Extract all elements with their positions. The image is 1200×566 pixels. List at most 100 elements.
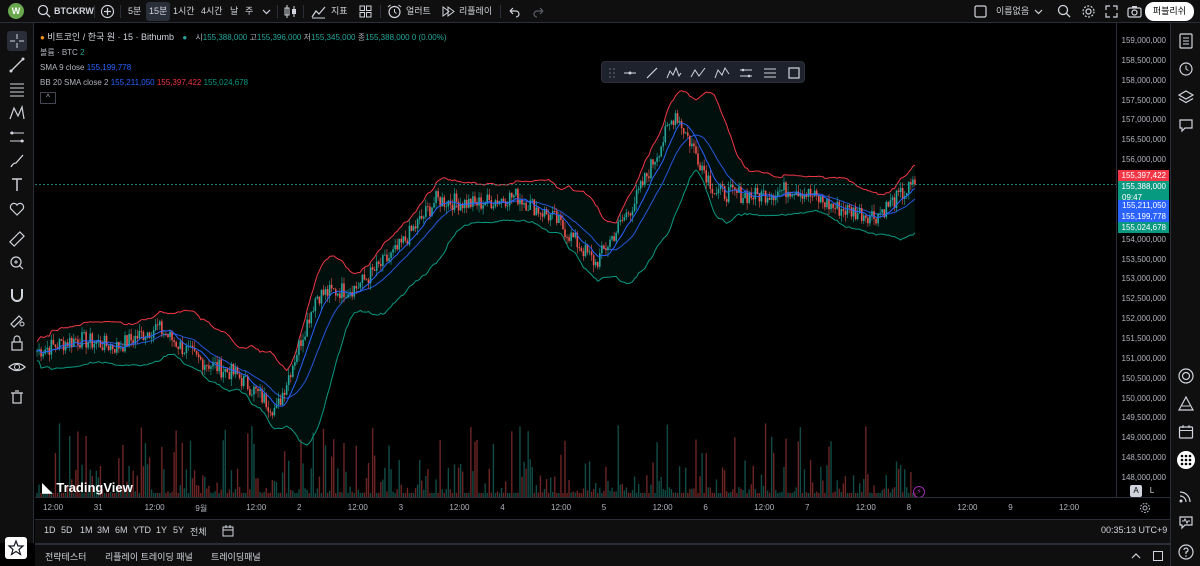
alert-button[interactable]: 얼러트: [403, 2, 434, 21]
camera-icon[interactable]: [1126, 3, 1143, 20]
tab-trading-panel[interactable]: 트레이딩패널: [211, 550, 261, 563]
pulse-chat-icon[interactable]: [1177, 513, 1195, 531]
fib-channel-icon[interactable]: [762, 65, 778, 81]
templates-grid-icon[interactable]: [357, 3, 374, 20]
range-6m[interactable]: 6M: [115, 525, 128, 535]
undo-icon[interactable]: [506, 3, 523, 20]
volume-bar: [754, 489, 757, 497]
range-1m[interactable]: 1M: [80, 525, 93, 535]
tab-strategy-tester[interactable]: 전략테스터: [45, 550, 86, 563]
drag-handle-icon[interactable]: [604, 65, 620, 81]
publish-button[interactable]: 퍼블리쉬: [1144, 2, 1194, 21]
rectangle-icon[interactable]: [786, 65, 802, 81]
maximize-panel-icon[interactable]: [1151, 549, 1165, 563]
gear-icon[interactable]: [1080, 3, 1097, 20]
gear-icon[interactable]: [1138, 501, 1152, 515]
interval-15m[interactable]: 15분: [146, 2, 171, 21]
text-icon[interactable]: [7, 175, 27, 195]
trend-line-icon[interactable]: [644, 65, 660, 81]
go-to-date-calendar-icon[interactable]: [221, 524, 235, 538]
ruler-icon[interactable]: [7, 229, 27, 249]
volume-bar: [531, 467, 533, 497]
broadcast-icon[interactable]: [1177, 487, 1195, 505]
eye-icon[interactable]: [7, 357, 27, 377]
sma-legend-label[interactable]: SMA 9 close: [40, 63, 84, 72]
xabcd-pattern-icon[interactable]: [714, 65, 730, 81]
redo-icon[interactable]: [530, 3, 547, 20]
user-avatar[interactable]: W: [8, 3, 24, 19]
layout-name[interactable]: 이름없음: [993, 2, 1032, 21]
brush-icon[interactable]: [7, 151, 27, 171]
chart-legend: ● 비트코인 / 한국 원 · 15 · Bithumb ● 시155,388,…: [40, 30, 447, 105]
interval-day[interactable]: 날: [227, 2, 241, 21]
range-all[interactable]: 전체: [190, 525, 207, 538]
ideas-triangle-icon[interactable]: [1177, 395, 1195, 413]
indicators-button[interactable]: 지표: [328, 2, 351, 21]
crosshair-icon[interactable]: [7, 31, 27, 51]
alerts-clock-icon[interactable]: [1177, 60, 1195, 78]
volume-legend-label[interactable]: 볼륨 · BTC: [40, 48, 78, 57]
symbol-search[interactable]: BTCKRW: [51, 2, 97, 21]
auto-scale-button[interactable]: A: [1130, 485, 1142, 497]
stay-in-drawing-mode-icon[interactable]: [7, 309, 27, 329]
volume-bar: [472, 471, 474, 497]
lock-icon[interactable]: [7, 333, 27, 353]
pattern-icon[interactable]: [7, 103, 27, 123]
horizontal-ray-icon[interactable]: [622, 65, 638, 81]
candle-body: [508, 192, 511, 206]
chat-icon[interactable]: [1177, 116, 1195, 134]
fib-retracement-icon[interactable]: [7, 79, 27, 99]
trash-icon[interactable]: [7, 387, 27, 407]
chart-pane[interactable]: ● 비트코인 / 한국 원 · 15 · Bithumb ● 시155,388,…: [35, 23, 1116, 498]
elliott-wave-icon[interactable]: [666, 65, 682, 81]
replay-icon[interactable]: [440, 3, 457, 20]
watchlist-icon[interactable]: [1177, 32, 1195, 50]
zoom-in-icon[interactable]: [7, 253, 27, 273]
bb-legend-label[interactable]: BB 20 SMA close 2: [40, 78, 108, 87]
interval-4h[interactable]: 4시간: [198, 2, 226, 21]
interval-week[interactable]: 주: [242, 2, 256, 21]
range-5y[interactable]: 5Y: [173, 525, 184, 535]
interval-5m[interactable]: 5분: [125, 2, 144, 21]
volume-bar: [447, 467, 450, 497]
layout-square-icon[interactable]: [972, 3, 989, 20]
chevron-down-icon[interactable]: [258, 3, 275, 20]
replay-button[interactable]: 리플레이: [456, 2, 495, 21]
parallel-channel-icon[interactable]: [738, 65, 754, 81]
calendar-icon[interactable]: [1177, 423, 1195, 441]
trend-line-icon[interactable]: [7, 55, 27, 75]
compare-add-icon[interactable]: [99, 3, 116, 20]
star-favorites-icon[interactable]: [5, 537, 27, 559]
volume-bar: [691, 488, 693, 497]
apps-grid-icon[interactable]: [1177, 451, 1195, 469]
abcd-pattern-icon[interactable]: [690, 65, 706, 81]
chevron-up-icon[interactable]: [1129, 549, 1143, 563]
chevron-down-icon[interactable]: [1030, 3, 1047, 20]
magnet-icon[interactable]: [7, 285, 27, 305]
tab-replay-trading-panel[interactable]: 리플레이 트레이딩 패널: [105, 550, 193, 563]
log-scale-button[interactable]: L: [1146, 485, 1158, 497]
price-axis[interactable]: 159,000,000 158,500,000 158,000,000 157,500…: [1116, 23, 1170, 497]
candles-chart-type-icon[interactable]: [282, 3, 299, 20]
target-icon[interactable]: [1177, 367, 1195, 385]
alarm-clock-icon[interactable]: [386, 3, 403, 20]
forecasting-icon[interactable]: [7, 127, 27, 147]
help-question-icon[interactable]: [1177, 543, 1195, 561]
fullscreen-icon[interactable]: [1103, 3, 1120, 20]
range-5d[interactable]: 5D: [61, 525, 73, 535]
range-1d[interactable]: 1D: [44, 525, 56, 535]
layers-icon[interactable]: [1177, 88, 1195, 106]
legend-collapse-button[interactable]: ^: [40, 92, 56, 104]
tradingview-watermark[interactable]: ◣ TradingView: [42, 479, 133, 496]
time-axis[interactable]: 12:00 31 12:00 9월 12:00 2 12:00 3 12:00 4 12:00 5 12…: [35, 497, 1170, 519]
range-3m[interactable]: 3M: [97, 525, 110, 535]
range-1y[interactable]: 1Y: [156, 525, 167, 535]
symbol-title[interactable]: 비트코인 / 한국 원 · 15 · Bithumb: [47, 32, 174, 42]
quick-search-icon[interactable]: [1056, 3, 1073, 20]
candle-body: [848, 205, 851, 208]
range-ytd[interactable]: YTD: [133, 525, 151, 535]
interval-1h[interactable]: 1시간: [170, 2, 198, 21]
heart-icon[interactable]: [7, 199, 27, 219]
utc-clock[interactable]: 00:35:13 UTC+9: [1101, 525, 1167, 535]
indicators-icon[interactable]: [310, 3, 327, 20]
